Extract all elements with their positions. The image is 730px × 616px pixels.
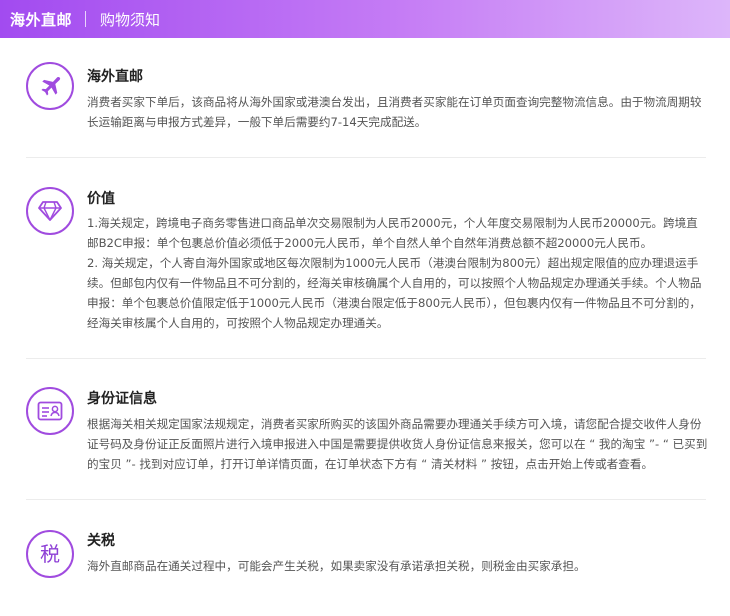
section-body-id: 根据海关相关规定国家法规规定，消费者买家所购买的该国外商品需要办理通关手续方可入… <box>87 417 708 471</box>
section-body-shipping: 消费者买家下单后，该商品将从海外国家或港澳台发出，且消费者买家能在订单页面查询完… <box>87 95 702 129</box>
divider <box>26 358 706 359</box>
page-header: 海外直邮 购物须知 <box>0 0 730 38</box>
header-subtitle: 购物须知 <box>100 10 161 29</box>
airplane-icon <box>26 62 74 110</box>
divider <box>26 499 706 500</box>
header-divider <box>85 11 87 27</box>
section-title-value: 价值 <box>87 191 115 207</box>
header-title: 海外直邮 <box>10 10 73 29</box>
section-title-shipping: 海外直邮 <box>87 69 143 85</box>
section-title-id: 身份证信息 <box>87 391 157 407</box>
id-card-icon <box>26 387 74 435</box>
section-title-tariff: 关税 <box>87 533 115 549</box>
tax-icon-glyph: 税 <box>40 542 60 566</box>
section-body-tariff: 海外直邮商品在通关过程中，可能会产生关税，如果卖家没有承诺承担关税，则税金由买家… <box>87 559 586 573</box>
diamond-icon <box>26 187 74 235</box>
section-body-value-1: 1.海关规定，跨境电子商务零售进口商品单次交易限制为人民币2000元，个人年度交… <box>87 216 698 250</box>
section-body-value-2: 2. 海关规定，个人寄自海外国家或地区每次限制为1000元人民币（港澳台限制为8… <box>87 256 702 330</box>
divider <box>26 157 706 158</box>
tax-icon: 税 <box>26 530 74 578</box>
